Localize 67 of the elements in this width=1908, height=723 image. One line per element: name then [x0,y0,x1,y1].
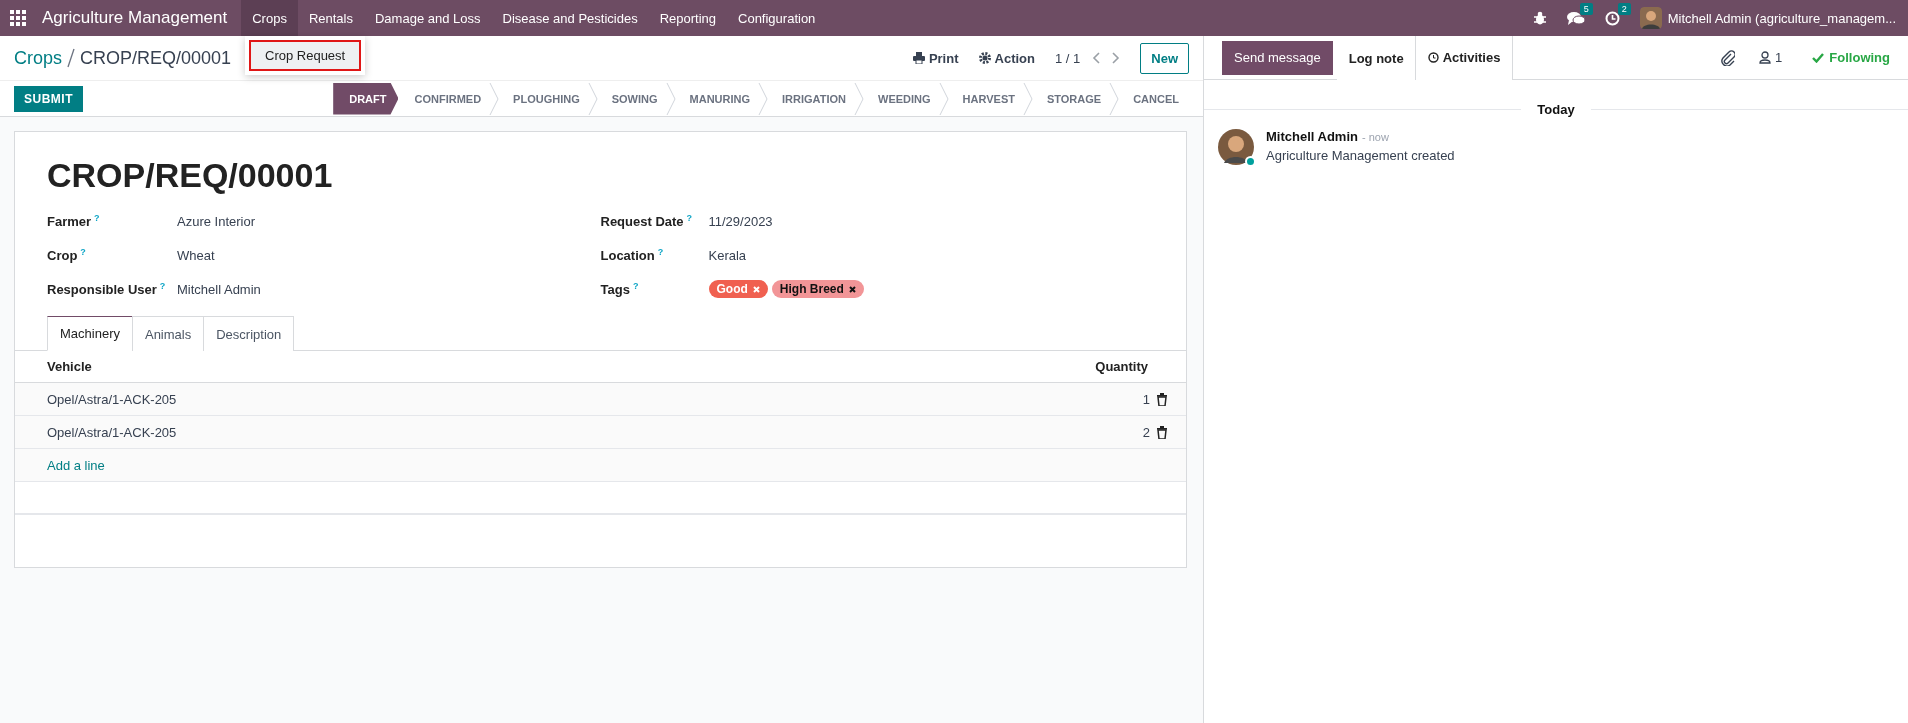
chevron-left-icon[interactable] [1092,52,1101,64]
column-header: Quantity [1095,359,1148,374]
new-button[interactable]: New [1140,42,1189,74]
gear-icon[interactable] [978,52,991,64]
bug-icon[interactable] [1532,11,1547,25]
menu-item[interactable]: Disease and Pesticides [491,0,649,36]
field-label: Tags $^{?}$ [600,280,640,298]
check-icon[interactable] [1812,52,1825,63]
field-value[interactable]: 11/29/2023 [708,213,773,229]
avatar-icon[interactable] [1639,7,1662,29]
field-value[interactable]: Mitchell Admin [177,281,261,297]
field-label: Crop $^{?}$ [47,246,87,264]
app-name[interactable]: Agriculture Management [36,8,242,28]
message-author: Mitchell Admin [1266,129,1358,144]
message-time: - now [1361,131,1389,143]
avatar-icon[interactable] [1218,129,1254,165]
menu-item[interactable]: Crops [241,0,298,36]
status-step[interactable]: DRAFT [333,82,399,115]
field-value[interactable]: Wheat [177,247,215,263]
menu-item[interactable]: Reporting [648,0,727,36]
print-button[interactable]: Print [912,50,959,66]
count-badge: 2 [1617,2,1631,15]
table-cell: Opel/Astra/1-ACK-205 [47,391,177,407]
record-title: CROP/REQ/00001 [46,155,334,196]
followers-button[interactable]: 1 [1753,49,1789,66]
person-icon[interactable] [1759,51,1772,64]
menu-item[interactable]: Configuration [727,0,827,36]
count-badge: 5 [1579,2,1593,15]
table-cell: Opel/Astra/1-ACK-205 [47,424,177,440]
apps-menu-icon[interactable] [10,10,26,26]
table-cell: 2 [1142,424,1150,440]
field-label: Farmer $^{?}$ [47,212,101,230]
column-header: Vehicle [47,359,92,374]
date-divider: Today [1537,102,1575,117]
printer-icon[interactable] [912,52,925,64]
chatter-button[interactable]: Send message [1222,40,1333,75]
slash-icon[interactable] [67,48,75,68]
breadcrumb-link[interactable]: Crops [14,47,62,69]
table-cell: 1 [1142,391,1150,407]
tab[interactable]: Animals [131,316,205,351]
pager-value[interactable]: 1 / 1 [1054,50,1081,66]
chat-icon[interactable] [1566,10,1585,26]
tag[interactable]: High Breed [771,280,864,298]
dropdown-item[interactable]: Crop Request [249,40,362,71]
field-value[interactable]: Kerala [708,247,747,263]
remove-icon[interactable] [848,285,856,293]
chevron-right-icon[interactable] [1112,52,1121,64]
trash-icon[interactable] [1156,425,1168,439]
field-label: Location $^{?}$ [600,246,665,264]
clock-icon[interactable] [1427,52,1439,63]
paperclip-icon[interactable] [1721,49,1736,66]
breadcrumb-current: CROP/REQ/00001 [80,47,232,69]
tab[interactable]: Description [203,316,295,351]
submit-button[interactable]: SUBMIT [14,85,83,112]
field-value[interactable]: Azure Interior [177,213,256,229]
action-button[interactable]: Action [978,50,1035,66]
chatter-button[interactable]: Activities [1414,35,1514,80]
menu-item[interactable]: Rentals [297,0,364,36]
tab[interactable]: Machinery [47,316,133,351]
menu-item[interactable]: Damage and Loss [364,0,492,36]
online-status-dot [1245,156,1256,167]
message-body: Agriculture Management created [1266,148,1455,163]
field-label: Responsible User $^{?}$ [47,280,167,298]
add-line-link[interactable]: Add a line [47,457,105,473]
user-name[interactable]: Mitchell Admin (agriculture_managem... [1667,10,1896,26]
field-label: Request Date $^{?}$ [600,212,694,230]
trash-icon[interactable] [1156,392,1168,406]
